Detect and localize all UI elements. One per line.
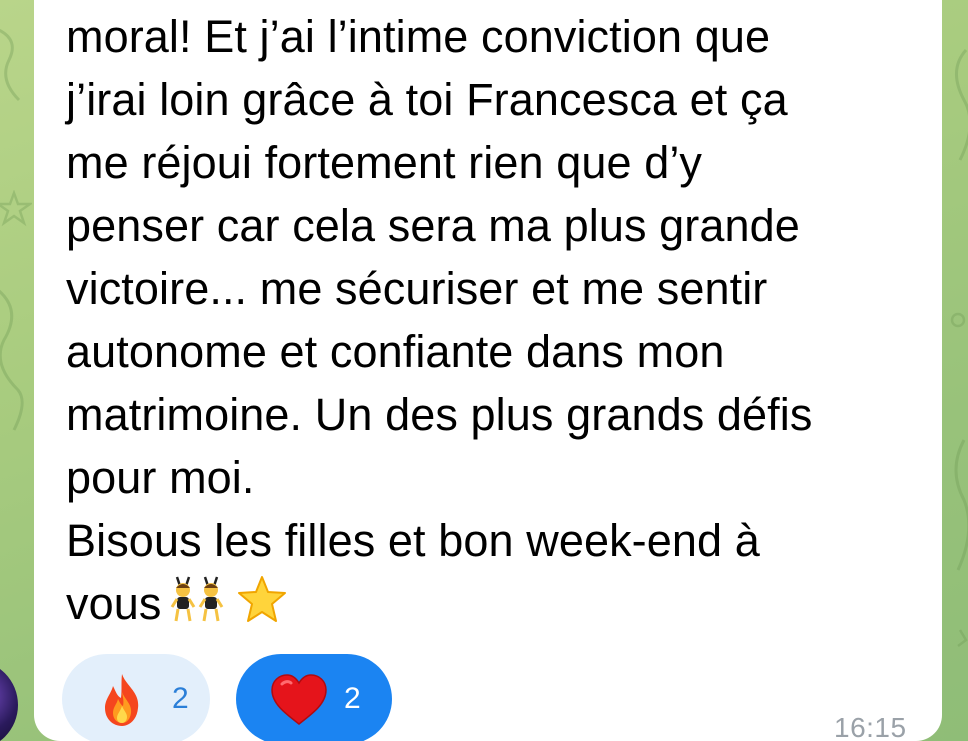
reaction-fire-count: 2 [172, 682, 189, 715]
reaction-fire-button[interactable]: 2 [62, 654, 210, 741]
message-timestamp: 16:15 [834, 712, 907, 741]
message-line: penser car cela sera ma plus grande [66, 200, 800, 251]
message-line: victoire... me sécuriser et me sentir [66, 263, 768, 314]
red-heart-icon [271, 674, 327, 725]
star-doodle [0, 190, 32, 227]
message-line: matrimoine. Un des plus grands défis [66, 389, 813, 440]
message-line: Bisous les filles et bon week-end à [66, 515, 760, 566]
star-emoji [237, 575, 287, 639]
message-line: pour moi. [66, 452, 255, 503]
message-line: me réjoui fortement rien que d’y [66, 137, 703, 188]
doodle-pattern-right [950, 48, 968, 647]
doodle-pattern-left-lower [0, 289, 24, 431]
message-text: moral! Et j’ai l’intime conviction que j… [66, 5, 906, 639]
message-line: moral! Et j’ai l’intime conviction que [66, 11, 771, 62]
message-line: autonome et confiante dans mon [66, 326, 725, 377]
message-line-last: vous [66, 572, 906, 639]
message-line: j’irai loin grâce à toi Francesca et ça [66, 74, 788, 125]
fire-icon [105, 674, 139, 726]
doodle-pattern-left [0, 28, 21, 102]
women-with-bunny-ears-emoji [167, 575, 231, 639]
reaction-heart-count: 2 [344, 682, 361, 715]
reaction-heart-button[interactable]: 2 [236, 654, 392, 741]
message-line-text: vous [66, 578, 162, 629]
